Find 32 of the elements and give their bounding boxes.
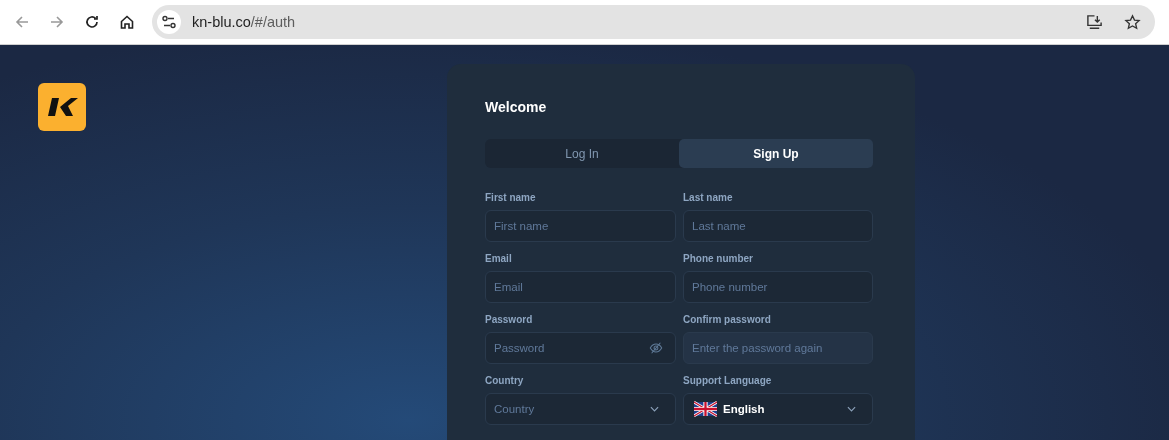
- star-icon[interactable]: [1124, 13, 1141, 31]
- tab[interactable]: Log In: [485, 139, 679, 168]
- field-label: Phone number: [683, 253, 754, 266]
- input-field[interactable]: Password: [485, 332, 676, 364]
- field-label: Country: [485, 375, 525, 388]
- chevron-down-icon: [650, 406, 659, 412]
- field-label: Last name: [683, 192, 734, 205]
- field-label: Confirm password: [683, 314, 772, 327]
- chevron-down-icon: [847, 406, 856, 412]
- install-app-icon[interactable]: [1086, 13, 1103, 31]
- input-field[interactable]: Last name: [683, 210, 873, 242]
- eye-slash-icon[interactable]: [649, 341, 663, 355]
- field-label: Password: [485, 314, 534, 327]
- site-settings-icon[interactable]: [157, 10, 181, 34]
- input-field[interactable]: Phone number: [683, 271, 873, 303]
- language-select[interactable]: English: [683, 393, 873, 425]
- uk-flag-icon: [694, 401, 717, 417]
- field-label: Support Language: [683, 375, 773, 388]
- input-field[interactable]: Email: [485, 271, 676, 303]
- back-icon[interactable]: [14, 14, 30, 30]
- field-label: First name: [485, 192, 537, 205]
- tab[interactable]: Sign Up: [679, 139, 873, 168]
- home-icon[interactable]: [119, 14, 135, 30]
- input-field[interactable]: First name: [485, 210, 676, 242]
- field-label: Email: [485, 253, 513, 266]
- select-field[interactable]: Country: [485, 393, 676, 425]
- card-title: Welcome: [485, 99, 548, 115]
- logo-icon[interactable]: [38, 83, 86, 131]
- url-text: kn-blu.co/#/auth: [192, 14, 296, 30]
- forward-icon[interactable]: [49, 14, 65, 30]
- reload-icon[interactable]: [84, 14, 100, 30]
- address-bar[interactable]: kn-blu.co/#/auth: [152, 5, 1155, 39]
